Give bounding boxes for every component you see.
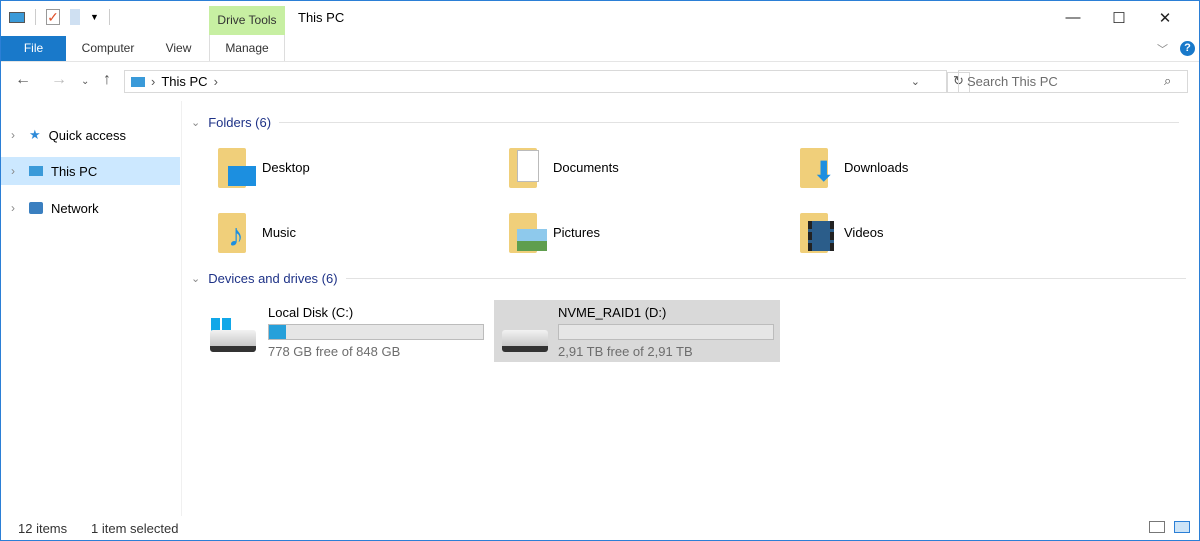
nav-item-network[interactable]: › Network xyxy=(1,194,180,222)
chevron-down-icon: ⌄ xyxy=(191,273,201,285)
folder-label: Videos xyxy=(844,224,884,240)
nav-label: Network xyxy=(51,200,99,216)
downloads-folder-icon: ⬇ xyxy=(796,144,836,190)
recent-locations-icon[interactable]: ⌄ xyxy=(81,76,89,87)
documents-folder-icon xyxy=(505,144,545,190)
window-title: This PC xyxy=(298,10,345,25)
drive-label: NVME_RAID1 (D:) xyxy=(558,305,667,320)
hard-drive-icon xyxy=(502,330,548,352)
drive-usage-fill xyxy=(269,325,287,339)
pictures-folder-icon xyxy=(505,209,547,255)
nav-item-this-pc[interactable]: › This PC xyxy=(1,157,180,185)
breadcrumb-separator-icon[interactable]: › xyxy=(214,74,218,89)
divider xyxy=(35,9,36,25)
address-bar[interactable]: › This PC › ⌄ ↻ xyxy=(124,70,970,93)
drive-tools-context-label: Drive Tools xyxy=(209,6,285,35)
computer-icon xyxy=(9,11,25,23)
tab-computer[interactable]: Computer xyxy=(73,36,143,61)
tab-view[interactable]: View xyxy=(156,36,201,61)
tab-file[interactable]: File xyxy=(1,36,66,61)
navigation-pane: › ★ Quick access › This PC › Network xyxy=(1,101,182,516)
divider xyxy=(108,9,110,25)
folder-documents[interactable]: Documents xyxy=(505,144,619,190)
drive-label: Local Disk (C:) xyxy=(268,305,354,320)
large-icons-view-icon[interactable] xyxy=(1174,521,1190,533)
back-button[interactable]: ← xyxy=(15,71,31,89)
group-label: Folders (6) xyxy=(208,115,272,130)
breadcrumb-this-pc[interactable]: This PC xyxy=(161,74,207,89)
up-button[interactable]: ↑ xyxy=(103,71,111,89)
address-dropdown-icon[interactable]: ⌄ xyxy=(911,75,920,88)
network-icon xyxy=(29,202,43,214)
nav-label: Quick access xyxy=(48,127,126,143)
computer-icon xyxy=(131,76,145,87)
drive-free-space: 778 GB free of 848 GB xyxy=(268,344,401,359)
chevron-down-icon: ⌄ xyxy=(191,117,201,129)
folder-downloads[interactable]: ⬇ Downloads xyxy=(796,144,908,190)
minimize-button[interactable]: — xyxy=(1050,1,1096,34)
divider xyxy=(345,278,1186,279)
chevron-right-icon[interactable]: › xyxy=(11,201,21,215)
divider xyxy=(279,122,1180,123)
videos-folder-icon xyxy=(796,209,836,255)
drive-c[interactable]: Local Disk (C:) 778 GB free of 848 GB xyxy=(194,300,484,362)
forward-button[interactable]: → xyxy=(51,71,67,89)
chevron-right-icon[interactable]: › xyxy=(11,164,21,178)
chevron-right-icon[interactable]: › xyxy=(11,128,21,142)
nav-label: This PC xyxy=(51,163,98,179)
help-icon[interactable]: ? xyxy=(1180,41,1195,56)
folder-label: Pictures xyxy=(553,224,600,240)
tab-manage[interactable]: Manage xyxy=(209,36,285,61)
search-input[interactable]: Search This PC xyxy=(958,70,1188,93)
star-icon: ★ xyxy=(29,127,41,142)
folder-pictures[interactable]: Pictures xyxy=(505,209,600,255)
folder-label: Music xyxy=(262,224,296,240)
drive-usage-bar xyxy=(268,324,484,340)
hard-drive-icon xyxy=(210,330,256,352)
expand-ribbon-icon[interactable]: ﹀ xyxy=(1157,41,1168,57)
drives-group-header[interactable]: ⌄ Devices and drives (6) xyxy=(191,271,1186,286)
nav-item-quick-access[interactable]: › ★ Quick access xyxy=(1,121,180,149)
drive-d[interactable]: NVME_RAID1 (D:) 2,91 TB free of 2,91 TB xyxy=(494,300,780,362)
new-folder-icon[interactable] xyxy=(70,9,80,25)
folder-desktop[interactable]: Desktop xyxy=(214,144,310,190)
computer-icon xyxy=(29,166,43,176)
status-selection: 1 item selected xyxy=(91,521,179,536)
divider xyxy=(1,61,1199,62)
details-view-icon[interactable] xyxy=(1149,521,1165,533)
maximize-button[interactable]: ☐ xyxy=(1096,1,1142,34)
desktop-folder-icon xyxy=(214,144,256,190)
drive-free-space: 2,91 TB free of 2,91 TB xyxy=(558,344,693,359)
breadcrumb-separator-icon[interactable]: › xyxy=(151,74,155,89)
folder-music[interactable]: ♪ Music xyxy=(214,209,296,255)
properties-icon[interactable]: ✓ xyxy=(46,9,60,25)
close-button[interactable]: ✕ xyxy=(1142,1,1188,34)
folder-label: Desktop xyxy=(262,159,310,175)
folders-group-header[interactable]: ⌄ Folders (6) xyxy=(191,115,1180,130)
music-folder-icon: ♪ xyxy=(214,209,254,255)
folder-label: Downloads xyxy=(844,159,909,175)
group-label: Devices and drives (6) xyxy=(208,271,338,286)
quick-access-toolbar: ✓ ▼ xyxy=(9,9,110,25)
drive-usage-bar xyxy=(558,324,774,340)
customize-dropdown-icon[interactable]: ▼ xyxy=(90,12,99,22)
search-icon: ⌕ xyxy=(1164,73,1172,88)
folder-label: Documents xyxy=(553,159,619,175)
folder-videos[interactable]: Videos xyxy=(796,209,884,255)
status-item-count: 12 items xyxy=(18,521,68,536)
